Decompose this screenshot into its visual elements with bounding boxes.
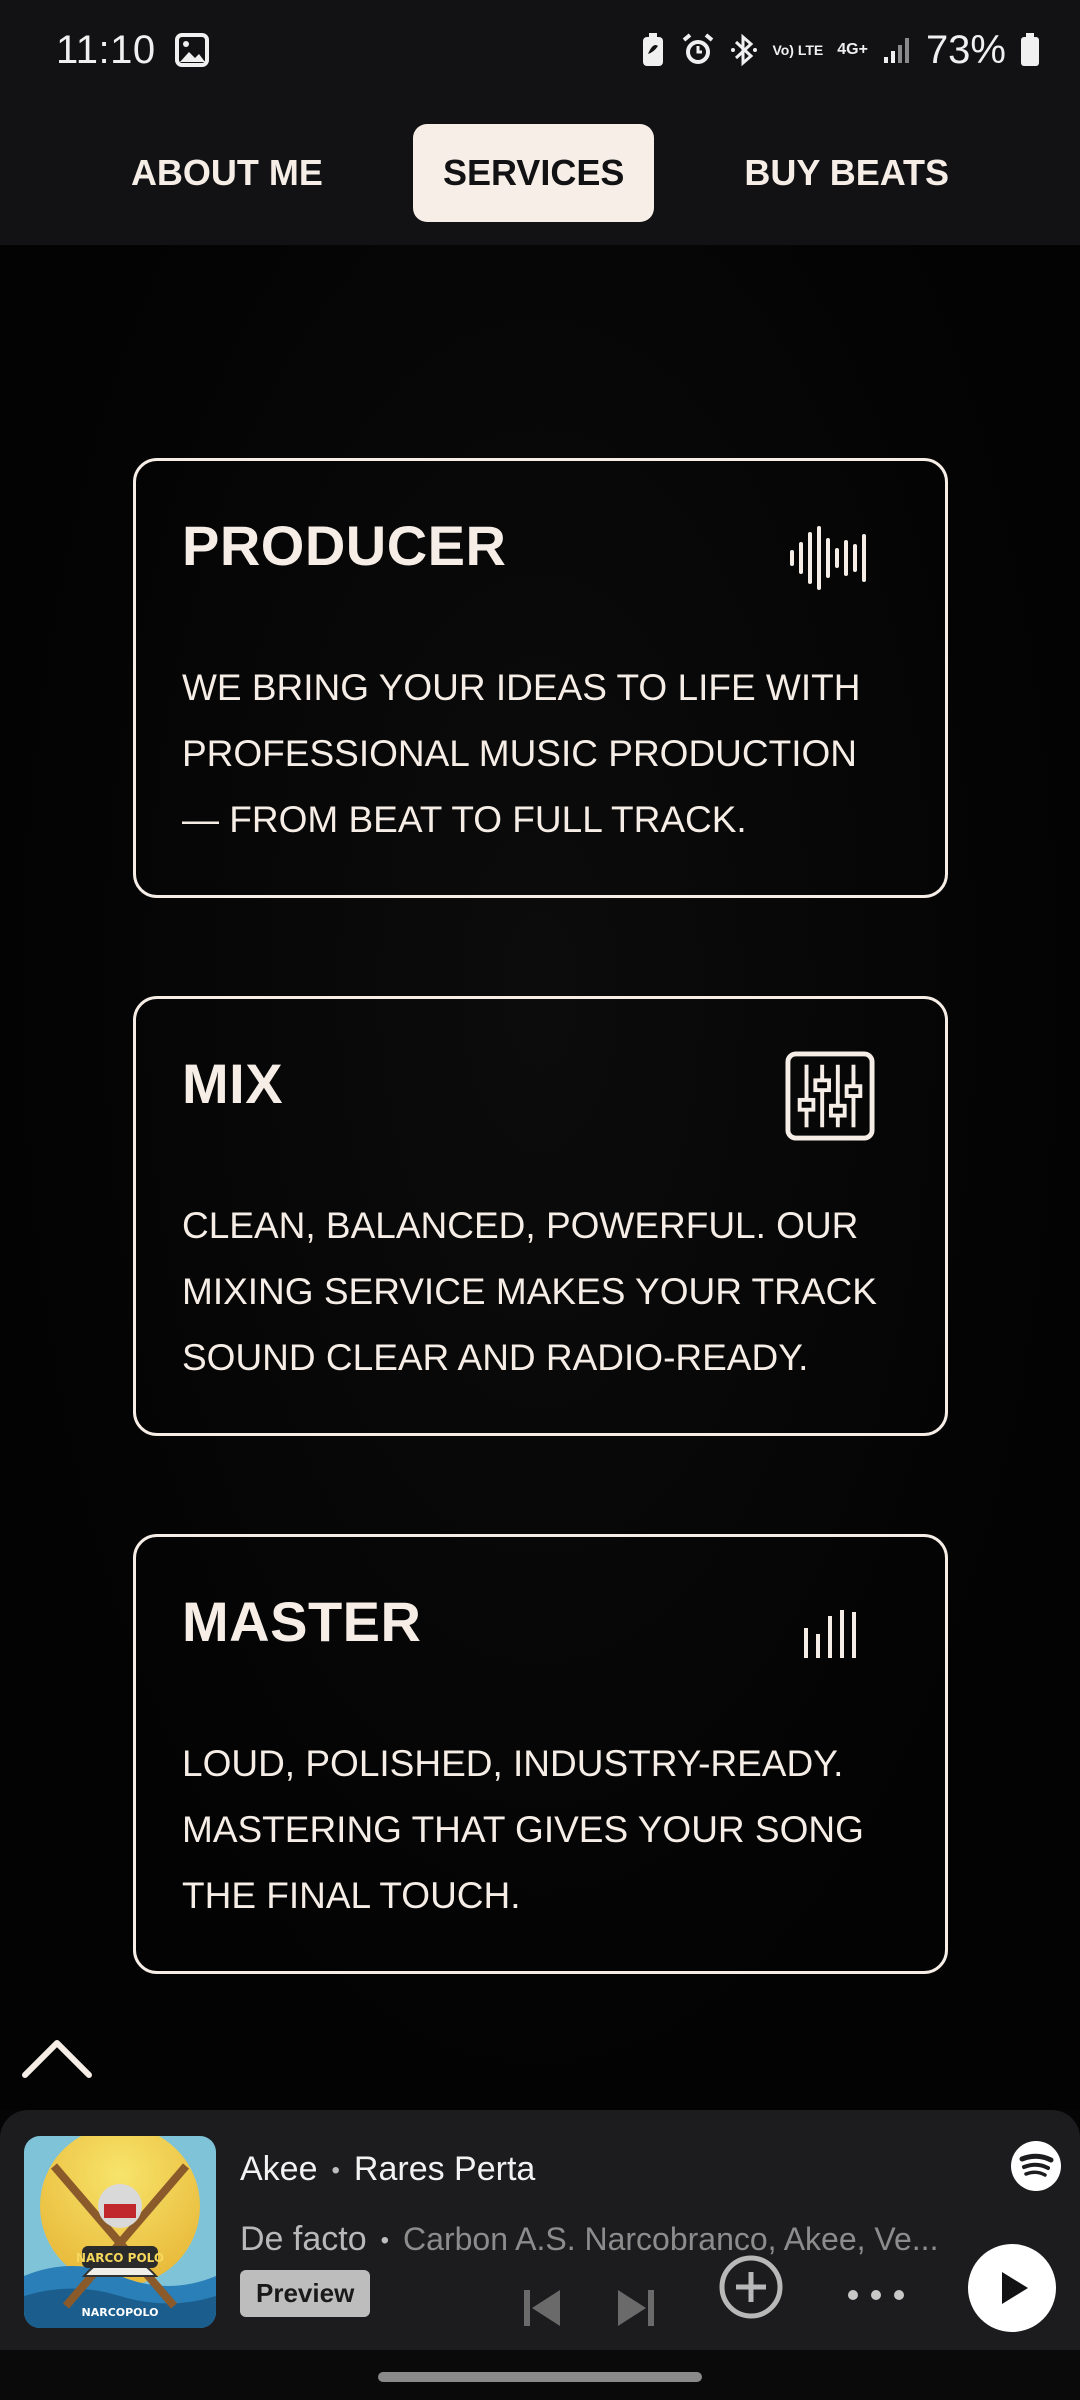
- play-button[interactable]: [968, 2244, 1056, 2332]
- services-section: PRODUCER WE BRING YOUR IDEAS TO LIFE WIT…: [0, 245, 1080, 2110]
- battery-percent: 73%: [925, 27, 1006, 72]
- artist-secondary[interactable]: Rares Perta: [354, 2150, 535, 2188]
- track-subtitle[interactable]: Carbon A.S. Narcobranco, Akee, Ve...: [403, 2221, 938, 2257]
- top-nav: ABOUT ME SERVICES BUY BEATS: [0, 100, 1080, 245]
- plus-circle-icon: [719, 2255, 783, 2319]
- service-description: CLEAN, BALANCED, POWERFUL. OUR MIXING SE…: [182, 1205, 877, 1378]
- service-card-master: MASTER LOUD, POLISHED, INDUSTRY-READY. M…: [133, 1534, 948, 1974]
- nav-services[interactable]: SERVICES: [412, 123, 655, 222]
- album-cover[interactable]: NARCO POLO NARCOPOLO: [24, 2136, 216, 2328]
- more-options-button[interactable]: [844, 2270, 908, 2320]
- nav-about-me[interactable]: ABOUT ME: [101, 124, 353, 222]
- bluetooth-icon: [730, 32, 758, 68]
- play-icon: [1002, 2272, 1028, 2304]
- cover-text: NARCOPOLO: [82, 2306, 159, 2319]
- next-button[interactable]: [606, 2278, 666, 2338]
- network-icon: 4G+: [837, 41, 868, 59]
- spotify-logo-icon[interactable]: [1010, 2140, 1062, 2192]
- gallery-icon: [174, 32, 210, 68]
- chevron-up-icon: [22, 2040, 92, 2078]
- skip-forward-icon: [618, 2290, 654, 2326]
- add-to-library-button[interactable]: [716, 2252, 786, 2322]
- service-title: PRODUCER: [182, 514, 507, 577]
- track-title[interactable]: De facto: [240, 2220, 367, 2258]
- service-card-mix: MIX CLEAN, BALANCED, POWERFUL. OUR MIXIN…: [133, 996, 948, 1436]
- gesture-handle[interactable]: [378, 2372, 702, 2382]
- service-title: MASTER: [182, 1590, 422, 1653]
- status-right: Vo) LTE 4G+ 73%: [640, 28, 1040, 73]
- mixer-sliders-icon: [785, 1051, 875, 1141]
- service-description: WE BRING YOUR IDEAS TO LIFE WITH PROFESS…: [182, 667, 861, 840]
- volte-label: Vo) LTE: [772, 41, 824, 58]
- track-line: De facto • Carbon A.S. Narcobranco, Akee, …: [240, 2220, 939, 2258]
- scroll-to-top-button[interactable]: [22, 2025, 92, 2095]
- skip-back-icon: [524, 2290, 560, 2326]
- more-dots-icon: [848, 2290, 904, 2300]
- level-bars-icon: [785, 1589, 875, 1679]
- svg-text:NARCO POLO: NARCO POLO: [76, 2251, 164, 2265]
- service-card-producer: PRODUCER WE BRING YOUR IDEAS TO LIFE WIT…: [133, 458, 948, 898]
- preview-badge: Preview: [240, 2270, 371, 2317]
- network-label: 4G+: [837, 41, 868, 58]
- status-bar: 11:10 Vo) LTE 4G+ 73%: [0, 0, 1080, 100]
- battery-saver-icon: [640, 32, 666, 68]
- service-title: MIX: [182, 1052, 284, 1115]
- service-description: LOUD, POLISHED, INDUSTRY-READY. MASTERIN…: [182, 1743, 864, 1916]
- status-time: 11:10: [56, 27, 156, 72]
- previous-button[interactable]: [512, 2278, 572, 2338]
- signal-icon: [882, 35, 912, 65]
- artist-primary[interactable]: Akee: [240, 2150, 318, 2188]
- nav-buy-beats[interactable]: BUY BEATS: [714, 124, 979, 222]
- spotify-player: NARCO POLO NARCOPOLO Akee • Rares Perta De…: [0, 2110, 1080, 2350]
- alarm-icon: [680, 32, 716, 68]
- volte-icon: Vo) LTE: [772, 41, 824, 58]
- waveform-icon: [785, 513, 875, 603]
- battery-icon: [1020, 33, 1040, 67]
- status-left: 11:10: [56, 28, 210, 73]
- artists-line: Akee • Rares Perta: [240, 2150, 536, 2188]
